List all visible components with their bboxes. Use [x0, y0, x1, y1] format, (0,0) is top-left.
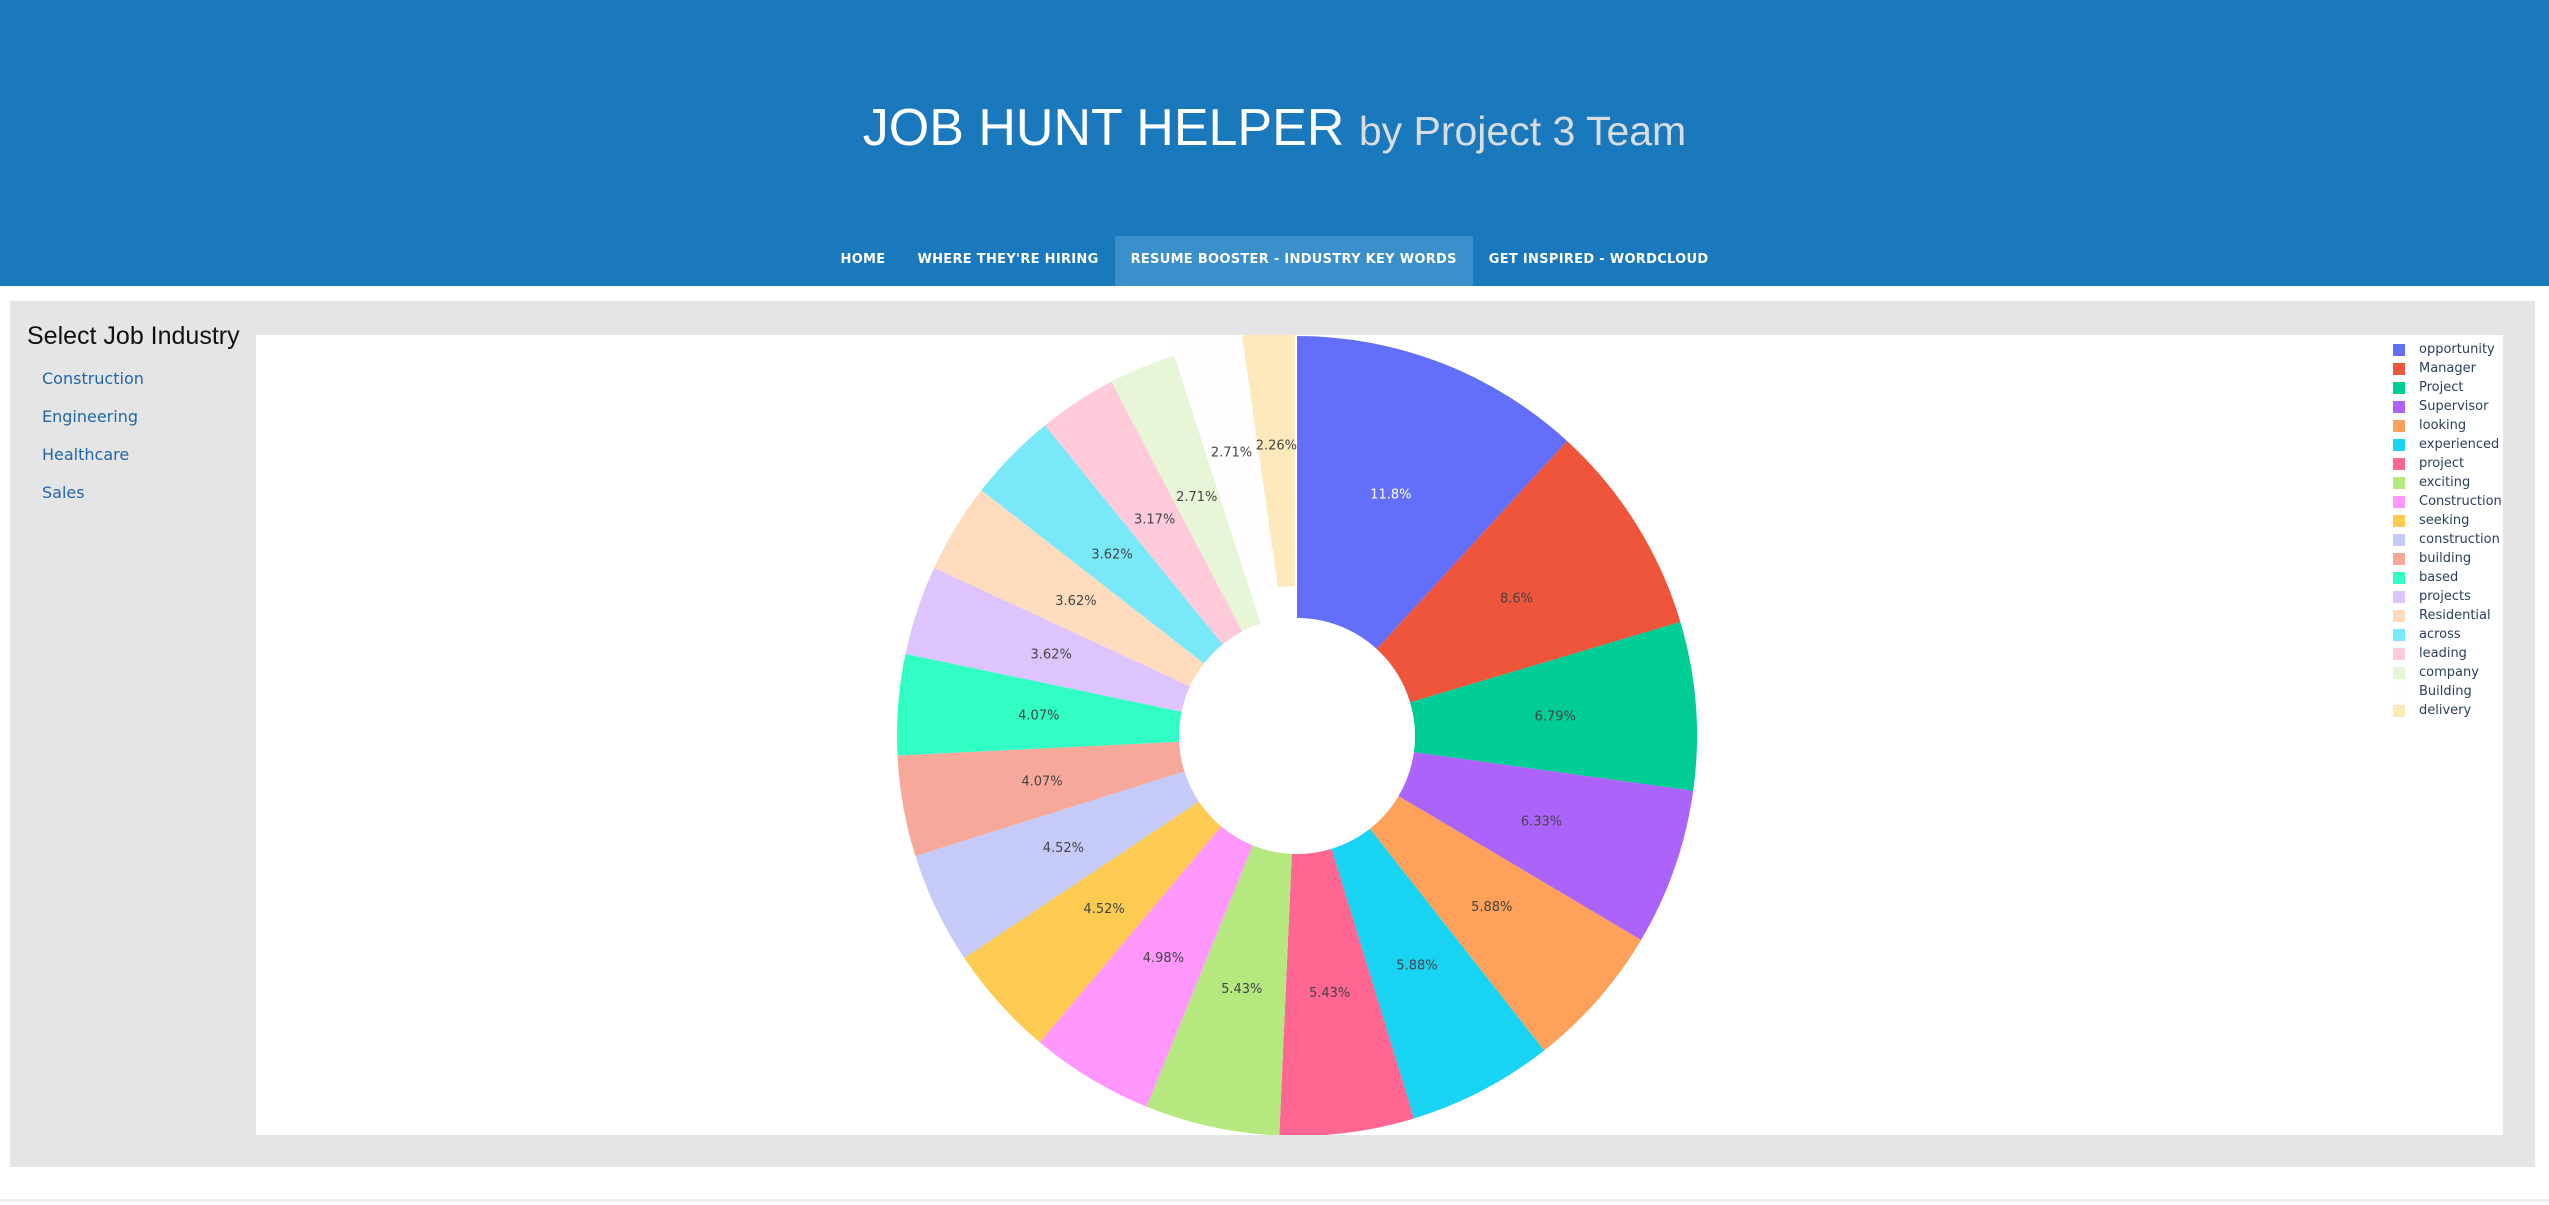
legend-swatch [2393, 419, 2405, 432]
legend-item-project[interactable]: project [2393, 454, 2502, 473]
pie-slice-label: 4.07% [1018, 709, 1059, 724]
legend-swatch [2393, 514, 2405, 527]
legend-label: seeking [2419, 513, 2470, 528]
pie-slice-label: 4.07% [1021, 775, 1062, 790]
legend-label: leading [2419, 646, 2467, 661]
legend-item-manager[interactable]: Manager [2393, 359, 2502, 378]
legend-label: Residential [2419, 608, 2491, 623]
pie-slice-label: 3.62% [1055, 594, 1096, 609]
pie-slice-label: 11.8% [1370, 488, 1411, 503]
legend-item-building[interactable]: building [2393, 549, 2502, 568]
legend-label: experienced [2419, 437, 2500, 452]
legend-swatch [2393, 476, 2405, 489]
top-nav: HOME WHERE THEY'RE HIRING RESUME BOOSTER… [0, 236, 2549, 286]
pie-slice-label: 2.26% [1256, 439, 1297, 454]
pie-slice-label: 5.88% [1396, 959, 1437, 974]
pie-slice-label: 5.43% [1221, 982, 1262, 997]
pie-slice-label: 6.33% [1521, 814, 1562, 829]
industry-link-construction[interactable]: Construction [42, 369, 144, 407]
page-header: JOB HUNT HELPER by Project 3 Team HOME W… [0, 0, 2549, 286]
legend-item-company[interactable]: company [2393, 663, 2502, 682]
legend-label: across [2419, 627, 2461, 642]
pie-slice-label: 8.6% [1500, 592, 1533, 607]
pie-chart-area: 11.8% 8.6% 6.79% 6.33% 5.88% 5.88% 5.43% 5.43% 4… [256, 335, 2503, 1135]
pie-slice-label: 6.79% [1535, 709, 1576, 724]
pie-slice-label: 5.88% [1471, 900, 1512, 915]
legend-item-experienced[interactable]: experienced [2393, 435, 2502, 454]
industry-link-sales[interactable]: Sales [42, 483, 144, 521]
legend-item-leading[interactable]: leading [2393, 644, 2502, 663]
pie-slice-label: 4.52% [1083, 902, 1124, 917]
pie-slice-label: 4.52% [1043, 841, 1084, 856]
legend-label: Supervisor [2419, 399, 2489, 414]
legend-swatch [2393, 628, 2405, 641]
legend-swatch [2393, 647, 2405, 660]
legend-swatch [2393, 609, 2405, 622]
page-title: JOB HUNT HELPER by Project 3 Team [0, 98, 2549, 158]
legend-swatch [2393, 400, 2405, 413]
sidebar-title: Select Job Industry [27, 322, 240, 350]
legend-label: delivery [2419, 703, 2472, 718]
legend-label: Building [2419, 684, 2472, 699]
keyword-pie-chart: 11.8% 8.6% 6.79% 6.33% 5.88% 5.88% 5.43% 5.43% 4… [897, 335, 1698, 1135]
legend-item-opportunity[interactable]: opportunity [2393, 340, 2502, 359]
legend-label: Project [2419, 380, 2464, 395]
legend-swatch [2393, 571, 2405, 584]
legend-item-projects[interactable]: projects [2393, 587, 2502, 606]
legend-swatch [2393, 533, 2405, 546]
pie-slice-label: 3.62% [1091, 548, 1132, 563]
legend-item-seeking[interactable]: seeking [2393, 511, 2502, 530]
app-title: JOB HUNT HELPER [862, 99, 1345, 157]
industry-list: Construction Engineering Healthcare Sale… [42, 369, 144, 521]
legend-label: looking [2419, 418, 2467, 433]
pie-slice-label: 5.43% [1309, 986, 1350, 1001]
legend-item-across[interactable]: across [2393, 625, 2502, 644]
legend-item-construction[interactable]: Construction [2393, 492, 2502, 511]
legend-label: opportunity [2419, 342, 2495, 357]
pie-slice-label: 4.98% [1143, 951, 1184, 966]
legend-item-exciting[interactable]: exciting [2393, 473, 2502, 492]
legend-item-construction[interactable]: construction [2393, 530, 2502, 549]
legend-item-supervisor[interactable]: Supervisor [2393, 397, 2502, 416]
legend-label: Construction [2419, 494, 2502, 509]
legend-item-delivery[interactable]: delivery [2393, 701, 2502, 720]
legend-swatch [2393, 381, 2405, 394]
legend-label: based [2419, 570, 2459, 585]
legend-label: project [2419, 456, 2465, 471]
legend-item-looking[interactable]: looking [2393, 416, 2502, 435]
industry-link-engineering[interactable]: Engineering [42, 407, 144, 445]
legend-item-building[interactable]: Building [2393, 682, 2502, 701]
legend-label: company [2419, 665, 2479, 680]
legend-swatch [2393, 552, 2405, 565]
legend-swatch [2393, 666, 2405, 679]
legend-swatch [2393, 495, 2405, 508]
legend-swatch [2393, 343, 2405, 356]
pie-slice-label: 2.71% [1211, 445, 1252, 460]
chart-legend: opportunity Manager Project Supervisor looki… [2393, 340, 2502, 720]
legend-label: building [2419, 551, 2472, 566]
legend-swatch [2393, 685, 2405, 698]
nav-get-inspired[interactable]: GET INSPIRED - WORDCLOUD [1473, 236, 1725, 286]
legend-label: Manager [2419, 361, 2476, 376]
legend-swatch [2393, 457, 2405, 470]
legend-item-project[interactable]: Project [2393, 378, 2502, 397]
nav-where-theyre-hiring[interactable]: WHERE THEY'RE HIRING [901, 236, 1114, 286]
legend-item-residential[interactable]: Residential [2393, 606, 2502, 625]
industry-link-healthcare[interactable]: Healthcare [42, 445, 144, 483]
pie-slice-label: 2.71% [1176, 490, 1217, 505]
legend-label: construction [2419, 532, 2500, 547]
legend-swatch [2393, 590, 2405, 603]
nav-home[interactable]: HOME [825, 236, 902, 286]
legend-swatch [2393, 438, 2405, 451]
legend-label: projects [2419, 589, 2471, 604]
app-subtitle: by Project 3 Team [1358, 108, 1687, 154]
pie-slice-label: 3.17% [1134, 513, 1175, 528]
legend-swatch [2393, 362, 2405, 375]
nav-resume-booster[interactable]: RESUME BOOSTER - INDUSTRY KEY WORDS [1114, 236, 1473, 286]
footer-divider [0, 1199, 2549, 1202]
legend-item-based[interactable]: based [2393, 568, 2502, 587]
pie-slice-label: 3.62% [1031, 647, 1072, 662]
legend-swatch [2393, 704, 2405, 717]
legend-label: exciting [2419, 475, 2471, 490]
